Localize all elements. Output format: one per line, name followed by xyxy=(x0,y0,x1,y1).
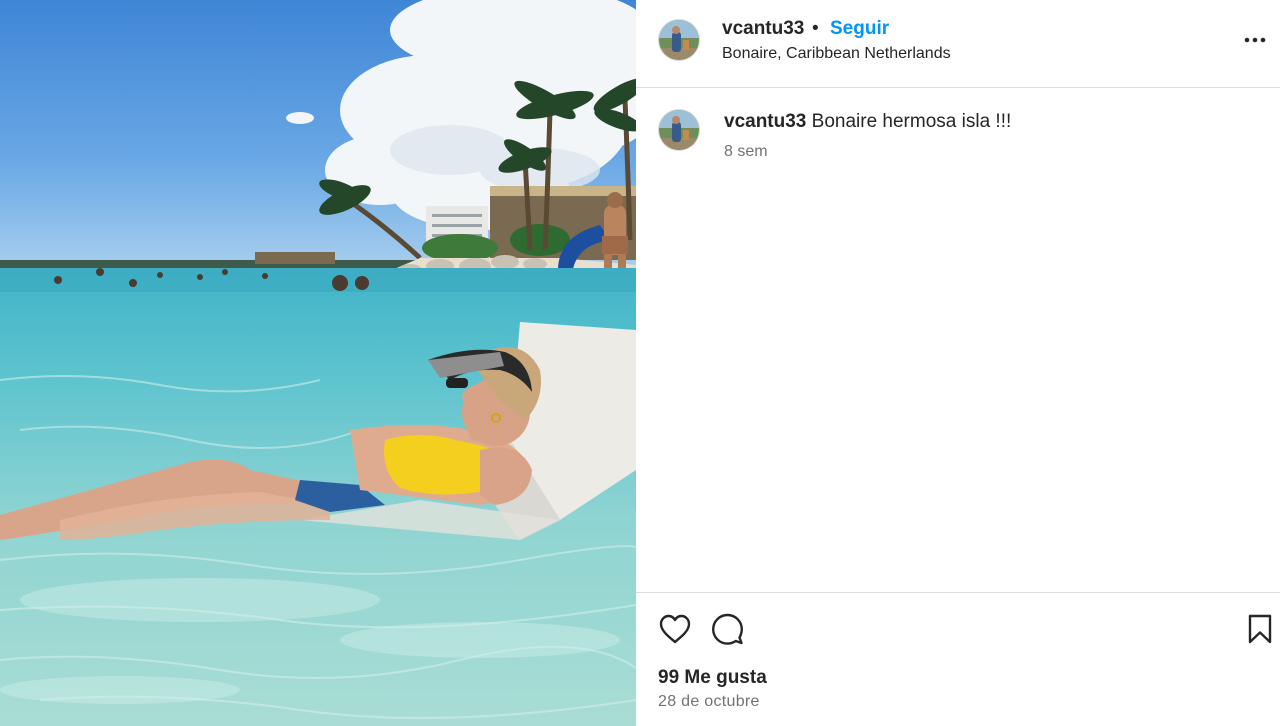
likes-count[interactable]: 99 Me gusta xyxy=(658,667,767,689)
save-button[interactable] xyxy=(1245,613,1275,650)
more-horizontal-icon xyxy=(1244,37,1266,43)
post-header: vcantu33 • Seguir Bonaire, Caribbean Net… xyxy=(636,0,1280,88)
heart-icon xyxy=(659,614,691,644)
avatar[interactable] xyxy=(658,19,700,61)
comment-bubble-icon xyxy=(712,613,743,645)
caption-line: vcantu33 Bonaire hermosa isla !!! xyxy=(724,111,1011,133)
post-date[interactable]: 28 de octubre xyxy=(658,693,760,711)
comment-button[interactable] xyxy=(710,613,744,650)
caption-username-link[interactable]: vcantu33 xyxy=(724,111,806,132)
caption-text: Bonaire hermosa isla !!! xyxy=(811,111,1012,132)
location-link[interactable]: Bonaire, Caribbean Netherlands xyxy=(722,45,951,63)
caption-comment: vcantu33 Bonaire hermosa isla !!! 8 sem xyxy=(636,88,1280,188)
post-actions-bar: 99 Me gusta 28 de octubre xyxy=(636,592,1280,726)
avatar[interactable] xyxy=(658,109,700,151)
separator-dot: • xyxy=(812,18,819,39)
username-link[interactable]: vcantu33 xyxy=(722,18,804,40)
beach-photo-image xyxy=(0,0,636,726)
bookmark-icon xyxy=(1248,614,1272,644)
post-photo[interactable] xyxy=(0,0,636,726)
post-details-panel: vcantu33 • Seguir Bonaire, Caribbean Net… xyxy=(636,0,1280,726)
like-button[interactable] xyxy=(658,613,692,650)
caption-timestamp[interactable]: 8 sem xyxy=(724,143,768,161)
more-options-button[interactable] xyxy=(1242,28,1272,52)
follow-button[interactable]: Seguir xyxy=(830,18,889,40)
